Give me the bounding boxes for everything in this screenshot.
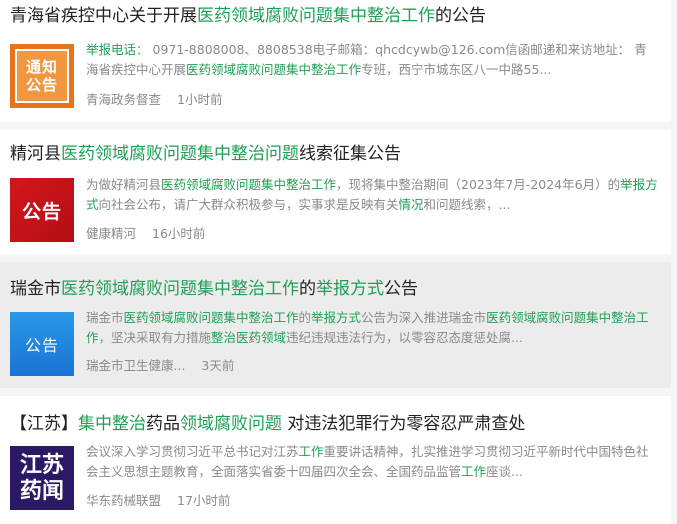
result-time: 1小时前: [177, 92, 223, 107]
highlighted-keyword: 领域腐败问题: [180, 414, 282, 434]
result-card-1: 青海省疾控中心关于开展医药领域腐败问题集中整治工作的公告 通知 公告 举报电话：…: [0, 0, 671, 122]
highlighted-keyword: 医药领域腐败问题集中整治工作: [123, 310, 299, 325]
result-snippet: 瑞金市医药领域腐败问题集中整治工作的举报方式公告为深入推进瑞金市医药领域腐败问题…: [86, 308, 658, 348]
result-source[interactable]: 华东药械联盟: [86, 493, 161, 508]
text-segment: 为做好精河县: [86, 177, 162, 192]
highlighted-keyword: 工作: [461, 464, 487, 479]
text-segment: 的: [298, 310, 312, 325]
result-card-3: 瑞金市医药领域腐败问题集中整治工作的举报方式公告 公告 瑞金市医药领域腐败问题集…: [0, 262, 671, 388]
text-segment: 瑞金市: [10, 279, 61, 299]
result-thumbnail[interactable]: 公告: [10, 178, 74, 242]
highlighted-keyword: 医药领域腐败问题集中整治工作: [161, 177, 337, 192]
result-meta: 青海政务督查 1小时前: [86, 89, 222, 108]
highlighted-keyword: 集中整治: [78, 414, 146, 434]
text-segment: 座谈...: [486, 464, 523, 479]
result-source[interactable]: 健康精河: [86, 226, 136, 241]
highlighted-keyword: 举报电话: [86, 42, 137, 57]
highlighted-keyword: 医药领域腐败问题集中整治工作: [197, 6, 435, 26]
result-time: 16小时前: [152, 226, 206, 241]
result-card-2: 精河县医药领域腐败问题集中整治问题线索征集公告 公告 为做好精河县医药领域腐败问…: [0, 130, 671, 254]
text-segment: ，现将集中整治期间（2023年7月-2024年6月）的: [336, 177, 621, 192]
thumbnail-text: 通知: [25, 58, 58, 76]
highlighted-keyword: 医药领域腐败问题集中整治问题: [61, 144, 299, 164]
text-segment: 对违法犯罪行为零容忍严肃查处: [282, 414, 526, 434]
result-thumbnail[interactable]: 江苏 药闻: [10, 446, 74, 510]
highlighted-keyword: 整治医药领域: [211, 330, 287, 345]
result-title[interactable]: 精河县医药领域腐败问题集中整治问题线索征集公告: [10, 142, 401, 166]
result-thumbnail[interactable]: 公告: [10, 312, 74, 376]
text-segment: 的公告: [435, 6, 486, 26]
text-segment: 和问题线索，...: [423, 197, 511, 212]
result-title[interactable]: 青海省疾控中心关于开展医药领域腐败问题集中整治工作的公告: [10, 4, 486, 28]
thumbnail-text: 药闻: [19, 478, 64, 504]
thumbnail-text: 公告: [21, 200, 62, 223]
result-meta: 健康精河 16小时前: [86, 223, 205, 242]
highlighted-keyword: 医药领域腐败问题集中整治工作: [61, 279, 299, 299]
text-segment: ，坚决采取有力措施: [98, 330, 212, 345]
highlighted-keyword: 工作: [298, 444, 324, 459]
result-snippet: 为做好精河县医药领域腐败问题集中整治工作，现将集中整治期间（2023年7月-20…: [86, 175, 658, 215]
result-source[interactable]: 青海政务督查: [86, 92, 161, 107]
highlighted-keyword: 情况: [398, 197, 424, 212]
result-meta: 华东药械联盟 17小时前: [86, 490, 230, 509]
highlighted-keyword: 举报方式: [311, 310, 362, 325]
text-segment: 的: [299, 279, 316, 299]
text-segment: 专班，西宁市城东区八一中路55...: [361, 62, 552, 77]
text-segment: 公告为深入推进瑞金市: [361, 310, 487, 325]
text-segment: 【江苏】: [10, 414, 78, 434]
text-segment: 线索征集公告: [299, 144, 401, 164]
result-meta: 瑞金市卫生健康... 3天前: [86, 355, 234, 374]
result-snippet: 举报电话： 0971-8808008、8808538电子邮箱：qhcdcywb@…: [86, 40, 658, 80]
text-segment: 精河县: [10, 144, 61, 164]
text-segment: 药品: [146, 414, 180, 434]
result-time: 3天前: [201, 358, 235, 373]
text-segment: 公告: [384, 279, 418, 299]
thumbnail-text: 公告: [25, 76, 58, 94]
result-source[interactable]: 瑞金市卫生健康...: [86, 358, 185, 373]
thumbnail-text: 公告: [24, 336, 59, 355]
text-segment: 青海省疾控中心关于开展: [10, 6, 197, 26]
text-segment: 瑞金市: [86, 310, 124, 325]
text-segment: 会议深入学习贯彻习近平总书记对江苏: [86, 444, 299, 459]
text-segment: 向社会公布，请广大群众积极参与，实事求是反映有关: [98, 197, 399, 212]
highlighted-keyword: 举报方式: [316, 279, 384, 299]
result-card-4: 【江苏】集中整治药品领域腐败问题 对违法犯罪行为零容忍严肃查处 江苏 药闻 会议…: [0, 396, 671, 524]
thumbnail-text: 江苏: [19, 452, 64, 478]
result-thumbnail[interactable]: 通知 公告: [10, 44, 74, 108]
text-segment: 违纪违规违法行为，以零容忍态度惩处腐...: [286, 330, 523, 345]
highlighted-keyword: 医药领域腐败问题集中整治工作: [186, 62, 362, 77]
result-title[interactable]: 瑞金市医药领域腐败问题集中整治工作的举报方式公告: [10, 277, 418, 301]
result-title[interactable]: 【江苏】集中整治药品领域腐败问题 对违法犯罪行为零容忍严肃查处: [10, 412, 525, 436]
result-time: 17小时前: [177, 493, 231, 508]
result-snippet: 会议深入学习贯彻习近平总书记对江苏工作重要讲话精神，扎实推进学习贯彻习近平新时代…: [86, 442, 658, 482]
